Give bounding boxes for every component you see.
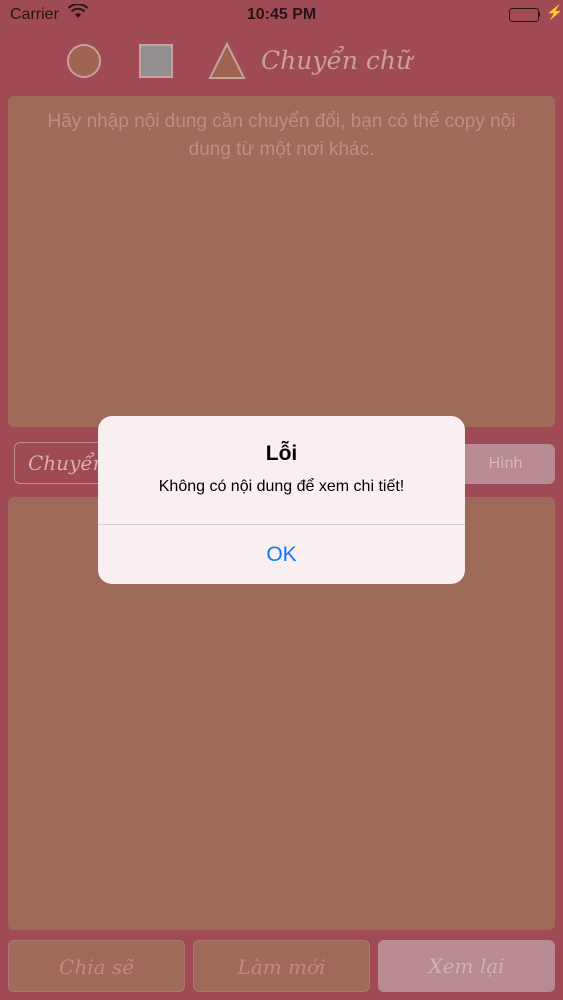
- alert-message: Không có nội dung để xem chi tiết!: [158, 478, 405, 495]
- ok-button[interactable]: OK: [98, 525, 465, 584]
- error-alert: Lỗi Không có nội dung để xem chi tiết! O…: [98, 416, 465, 584]
- alert-title: Lỗi: [265, 442, 298, 465]
